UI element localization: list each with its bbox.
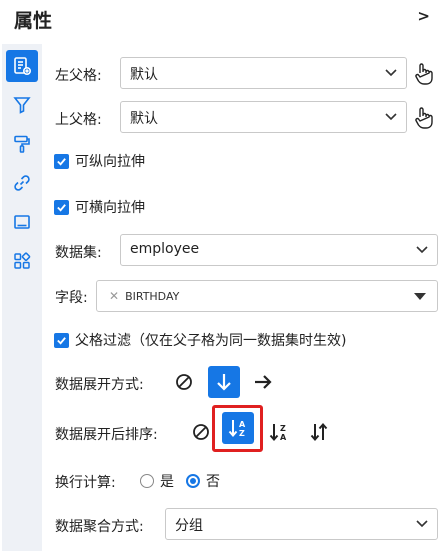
panel-title: 属性 xyxy=(14,10,53,32)
wrap-calc-no-label[interactable]: 否 xyxy=(206,471,220,491)
aggregation-label: 数据聚合方式: xyxy=(55,519,144,535)
collapse-button[interactable]: > xyxy=(417,7,430,25)
custom-sort-icon[interactable] xyxy=(303,416,335,448)
properties-content: 左父格: 默认 上父格: 默认 可纵向拉伸 可横向拉伸 数据集: employe… xyxy=(44,40,440,551)
left-parent-select[interactable]: 默认 xyxy=(120,57,407,89)
no-expand-icon[interactable] xyxy=(168,366,200,398)
top-parent-select[interactable]: 默认 xyxy=(120,101,407,133)
aggregation-value: 分组 xyxy=(175,518,203,534)
check-icon xyxy=(54,153,69,169)
vertical-stretch-checkbox[interactable]: 可纵向拉伸 xyxy=(54,151,145,171)
dataset-select[interactable]: employee xyxy=(120,234,438,266)
left-parent-label: 左父格: xyxy=(55,68,102,84)
field-tag-text: BIRTHDAY xyxy=(125,289,180,303)
svg-text:Z: Z xyxy=(280,424,286,433)
cell-properties-icon[interactable] xyxy=(6,50,38,82)
wrap-calc-label: 换行计算: xyxy=(55,475,116,491)
dataset-value: employee xyxy=(130,241,200,257)
left-parent-value: 默认 xyxy=(130,67,158,83)
filter-icon[interactable] xyxy=(6,89,38,121)
chevron-down-icon xyxy=(385,113,397,121)
field-tag: ✕ BIRTHDAY xyxy=(109,289,179,303)
svg-text:A: A xyxy=(280,433,287,442)
paint-roller-icon[interactable] xyxy=(6,128,38,160)
sort-descending-icon[interactable]: Z A xyxy=(263,416,295,448)
wrap-calc-yes-label[interactable]: 是 xyxy=(160,471,174,491)
aggregation-select[interactable]: 分组 xyxy=(165,508,438,540)
hand-pointer-icon[interactable] xyxy=(413,106,435,130)
chevron-down-icon xyxy=(416,246,428,254)
horizontal-stretch-checkbox[interactable]: 可横向拉伸 xyxy=(54,197,145,217)
expand-down-icon[interactable] xyxy=(208,366,240,398)
check-icon xyxy=(54,199,69,215)
top-parent-label: 上父格: xyxy=(55,112,102,128)
horizontal-stretch-label: 可横向拉伸 xyxy=(75,200,145,216)
selection-highlight xyxy=(212,405,263,452)
field-select[interactable]: ✕ BIRTHDAY xyxy=(96,280,438,312)
hand-pointer-icon[interactable] xyxy=(413,62,435,86)
chevron-down-icon xyxy=(385,69,397,77)
widgets-icon[interactable] xyxy=(6,245,38,277)
remove-tag-icon[interactable]: ✕ xyxy=(109,289,119,303)
top-parent-value: 默认 xyxy=(130,111,158,127)
parent-filter-label: 父格过滤（仅在父子格为同一数据集时生效) xyxy=(75,333,347,349)
chevron-down-icon xyxy=(416,520,428,528)
caret-down-icon xyxy=(414,293,426,300)
check-icon xyxy=(54,332,69,348)
field-label: 字段: xyxy=(55,290,88,306)
parent-filter-checkbox[interactable]: 父格过滤（仅在父子格为同一数据集时生效) xyxy=(54,330,346,350)
expand-mode-label: 数据展开方式: xyxy=(55,377,144,393)
sidebar-icon-bar xyxy=(2,44,42,551)
wrap-calc-yes-radio[interactable] xyxy=(140,474,154,488)
link-icon[interactable] xyxy=(6,167,38,199)
wrap-calc-radio-group: 是 否 xyxy=(140,471,232,491)
border-icon[interactable] xyxy=(6,206,38,238)
wrap-calc-no-radio[interactable] xyxy=(186,474,200,488)
sort-after-expand-label: 数据展开后排序: xyxy=(55,427,158,443)
panel-header: 属性 > xyxy=(0,0,440,40)
vertical-stretch-label: 可纵向拉伸 xyxy=(75,154,145,170)
dataset-label: 数据集: xyxy=(55,245,102,261)
expand-right-icon[interactable] xyxy=(247,366,279,398)
